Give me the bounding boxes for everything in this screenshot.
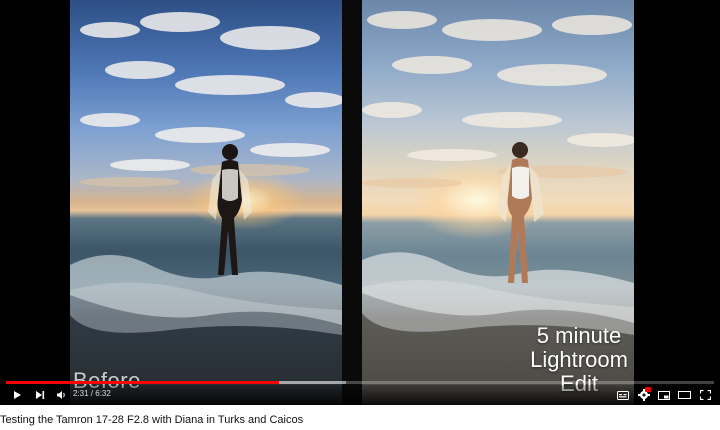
- before-photo: [70, 0, 342, 405]
- progress-bar[interactable]: [6, 381, 714, 384]
- play-button[interactable]: [10, 387, 24, 403]
- captions-icon: [617, 390, 629, 400]
- miniplayer-button[interactable]: [657, 387, 671, 403]
- model-silhouette: [208, 144, 252, 275]
- volume-button[interactable]: [54, 387, 68, 403]
- video-title[interactable]: Testing the Tamron 17-28 F2.8 with Diana…: [0, 410, 720, 430]
- control-bar: 2:31 / 6:32: [0, 385, 720, 405]
- video-player[interactable]: Before 5 minute Lightroom Edit 2:31 / 6:…: [0, 0, 720, 405]
- play-icon: [14, 391, 21, 399]
- fullscreen-button[interactable]: [698, 387, 712, 403]
- settings-button[interactable]: [637, 387, 651, 403]
- volume-icon: [56, 391, 65, 399]
- miniplayer-icon: [658, 390, 670, 400]
- theater-icon: [677, 391, 691, 399]
- model-figure: [497, 142, 544, 283]
- panel-divider: [342, 0, 362, 405]
- edit-label-line1: 5 minute: [536, 323, 622, 348]
- theater-button[interactable]: [677, 387, 691, 403]
- duration: 6:32: [95, 389, 111, 398]
- next-icon: [36, 391, 45, 399]
- hd-badge: [645, 387, 651, 392]
- fullscreen-icon: [699, 390, 711, 400]
- next-button[interactable]: [33, 387, 47, 403]
- current-time: 2:31: [73, 389, 89, 398]
- edit-label-line2: Lightroom: [530, 347, 628, 372]
- time-display: 2:31 / 6:32: [73, 389, 111, 398]
- progress-played: [6, 381, 279, 384]
- captions-button[interactable]: [616, 387, 630, 403]
